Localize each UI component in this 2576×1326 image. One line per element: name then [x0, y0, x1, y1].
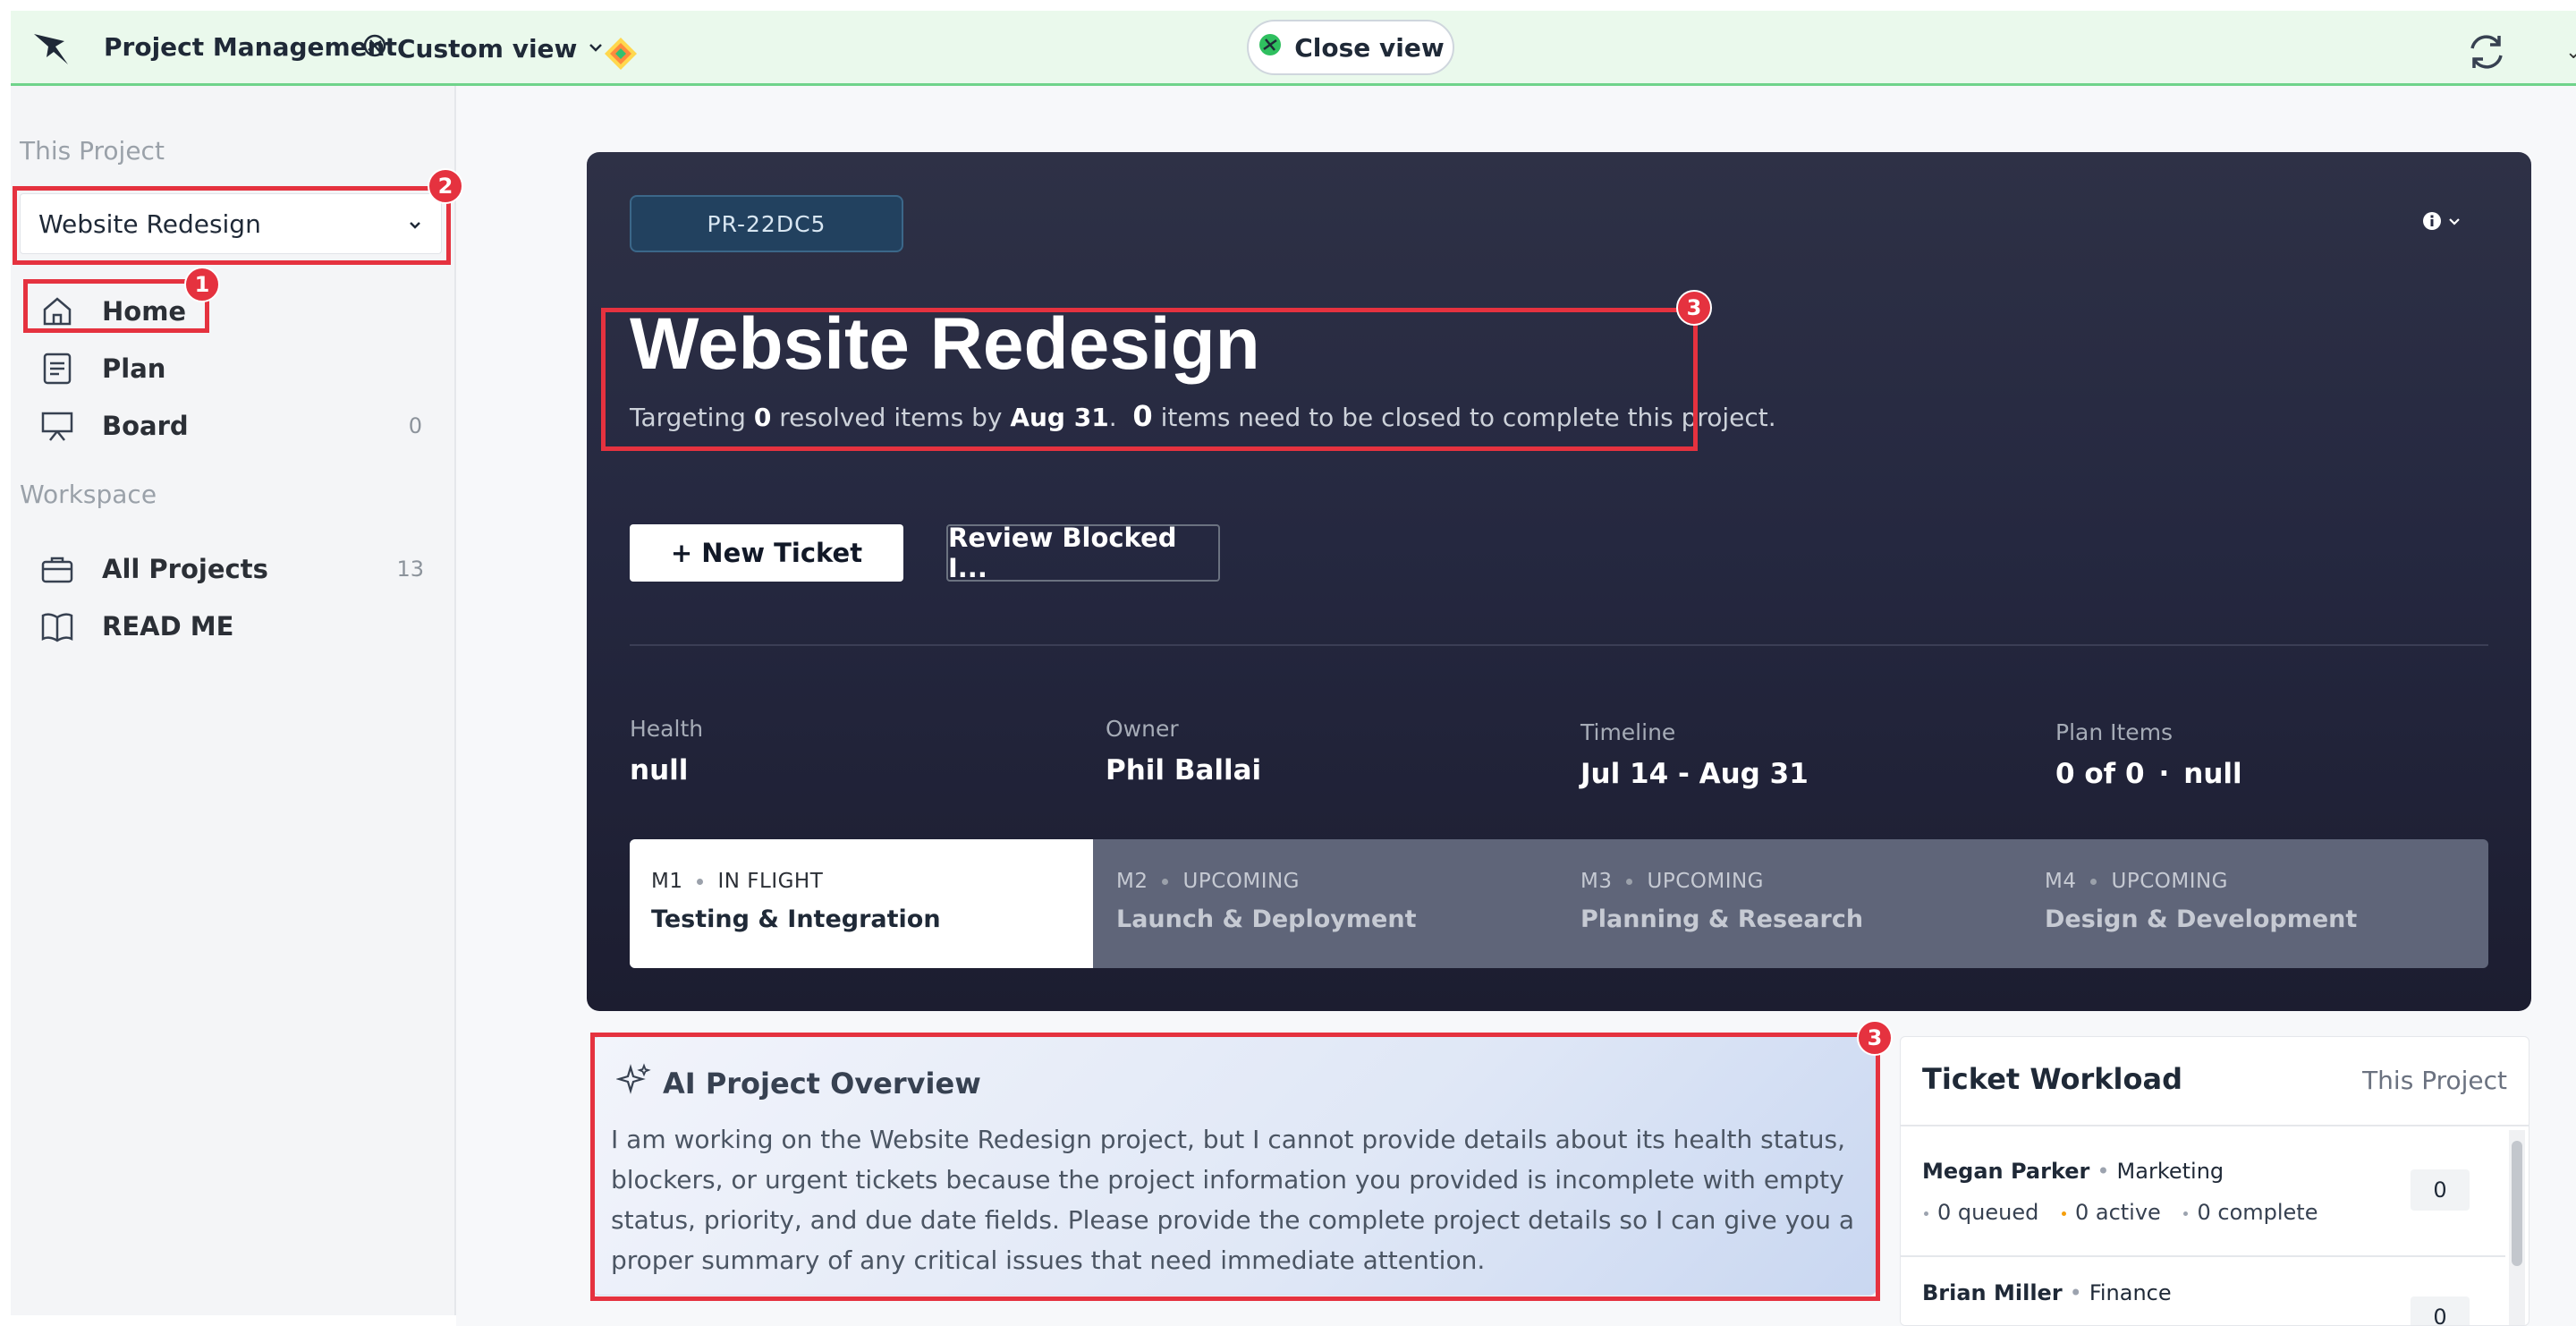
stat-value: 0 of 0 · null — [2055, 758, 2242, 790]
board-icon — [38, 406, 77, 446]
sidebar-item-label: READ ME — [102, 611, 234, 642]
top-bar: Project Management Custom view Close vie… — [11, 11, 2576, 86]
board-count: 0 — [408, 413, 422, 438]
info-dropdown[interactable] — [2422, 211, 2462, 231]
project-code-badge[interactable]: PR-22DC5 — [630, 195, 903, 252]
assignee-dept: Finance — [2089, 1280, 2172, 1305]
all-projects-count: 13 — [396, 557, 424, 582]
app-logo-icon[interactable] — [29, 29, 86, 72]
workspace-heading: Workspace — [20, 480, 157, 509]
project-title: Website Redesign — [630, 303, 1260, 385]
chevron-down-icon — [2449, 218, 2460, 225]
chevron-down-icon[interactable]: ⌄ — [2565, 41, 2576, 64]
book-icon — [38, 607, 77, 646]
divider — [630, 644, 2488, 646]
sidebar-item-plan[interactable]: Plan — [38, 345, 431, 392]
sidebar-item-label: All Projects — [102, 554, 268, 584]
plan-icon — [38, 349, 77, 388]
workload-title: Ticket Workload — [1922, 1062, 2182, 1096]
review-blocked-button[interactable]: Review Blocked I... — [946, 523, 1220, 583]
sidebar-item-all-projects[interactable]: All Projects 13 — [38, 546, 431, 592]
stat-label: Owner — [1106, 716, 1179, 742]
sidebar-item-read-me[interactable]: READ ME — [38, 603, 431, 650]
ai-overview-card: AI Project Overview I am working on the … — [592, 1036, 1877, 1296]
ai-overview-title: AI Project Overview — [663, 1067, 981, 1101]
briefcase-icon — [38, 549, 77, 589]
workload-scope[interactable]: This Project — [2362, 1066, 2507, 1095]
view-icon — [361, 32, 388, 65]
milestone-name: Testing & Integration — [651, 905, 941, 933]
assignee-name: Brian Miller — [1922, 1280, 2063, 1305]
info-icon — [2423, 212, 2441, 230]
annotation-badge: 3 — [1857, 1020, 1893, 1056]
ai-sparkle-icon[interactable] — [601, 34, 640, 73]
home-icon — [38, 292, 77, 331]
new-ticket-button[interactable]: + New Ticket — [630, 524, 903, 582]
project-subtitle: Targeting 0 resolved items by Aug 31. 0 … — [630, 399, 1776, 433]
app-title[interactable]: Project Management — [104, 32, 397, 62]
project-select-value: Website Redesign — [38, 208, 261, 239]
stat-value[interactable]: Phil Ballai — [1106, 754, 1261, 786]
milestone-strip: M1 IN FLIGHT Testing & Integration M2 UPCO… — [630, 839, 2488, 968]
sidebar: This Project Website Redesign Home Plan … — [11, 86, 456, 1315]
sparkles-icon — [615, 1062, 652, 1105]
annotation-badge: 3 — [1676, 290, 1712, 326]
sidebar-item-board[interactable]: Board 0 — [38, 403, 431, 449]
stat-label: Plan Items — [2055, 719, 2174, 745]
stat-plan-items: Plan Items 0 of 0 · null — [2055, 719, 2242, 790]
ai-overview-text: I am working on the Website Redesign pro… — [611, 1125, 1855, 1275]
stat-label: Timeline — [1580, 719, 1676, 745]
stat-value: null — [630, 754, 689, 786]
sidebar-item-label: Home — [102, 296, 187, 327]
close-view-label: Close view — [1294, 32, 1445, 63]
assignee-name: Megan Parker — [1922, 1159, 2090, 1184]
sidebar-item-label: Plan — [102, 353, 166, 384]
annotation-badge: 1 — [184, 267, 220, 302]
milestone-m1[interactable]: M1 IN FLIGHT Testing & Integration — [630, 839, 1093, 968]
milestone-m3[interactable]: M3 UPCOMING Planning & Research — [1559, 839, 2022, 968]
annotation-badge: 2 — [428, 168, 463, 204]
milestone-m2[interactable]: M2 UPCOMING Launch & Deployment — [1095, 839, 1558, 968]
milestone-m4[interactable]: M4 UPCOMING Design & Development — [2023, 839, 2487, 968]
project-select[interactable]: Website Redesign — [20, 193, 442, 254]
milestone-name: Launch & Deployment — [1116, 905, 1417, 933]
this-project-heading: This Project — [20, 136, 165, 166]
ticket-count: 0 — [2411, 1296, 2470, 1325]
stat-owner: Owner Phil Ballai — [1106, 716, 1261, 786]
scrollbar[interactable] — [2509, 1130, 2525, 1325]
workload-row[interactable]: Brian Miller • Finance 0 — [1901, 1259, 2505, 1325]
scrollbar-thumb[interactable] — [2512, 1141, 2522, 1266]
project-hero-card: PR-22DC5 Website Redesign Targeting 0 re… — [587, 152, 2531, 1011]
milestone-name: Planning & Research — [1580, 905, 1864, 933]
refresh-icon[interactable] — [2463, 29, 2510, 75]
custom-view-dropdown[interactable]: Custom view — [361, 30, 606, 66]
view-label: Custom view — [397, 33, 578, 64]
assignee-dept: Marketing — [2116, 1159, 2224, 1184]
close-view-button[interactable]: Close view — [1247, 20, 1454, 75]
ticket-count: 0 — [2411, 1169, 2470, 1211]
chevron-down-icon — [407, 209, 423, 239]
stat-label: Health — [630, 716, 704, 742]
workload-row[interactable]: Megan Parker • Marketing 0 queued 0 active… — [1901, 1126, 2505, 1257]
sidebar-item-label: Board — [102, 411, 189, 441]
view-icon — [1257, 31, 1284, 64]
stat-timeline: Timeline Jul 14 - Aug 31 — [1580, 719, 1809, 790]
stat-health: Health null — [630, 716, 703, 786]
ticket-workload-panel: Ticket Workload This Project Megan Parke… — [1900, 1036, 2529, 1326]
sidebar-item-home[interactable]: Home — [38, 288, 431, 335]
stat-value: Jul 14 - Aug 31 — [1580, 758, 1809, 790]
milestone-name: Design & Development — [2045, 905, 2358, 933]
